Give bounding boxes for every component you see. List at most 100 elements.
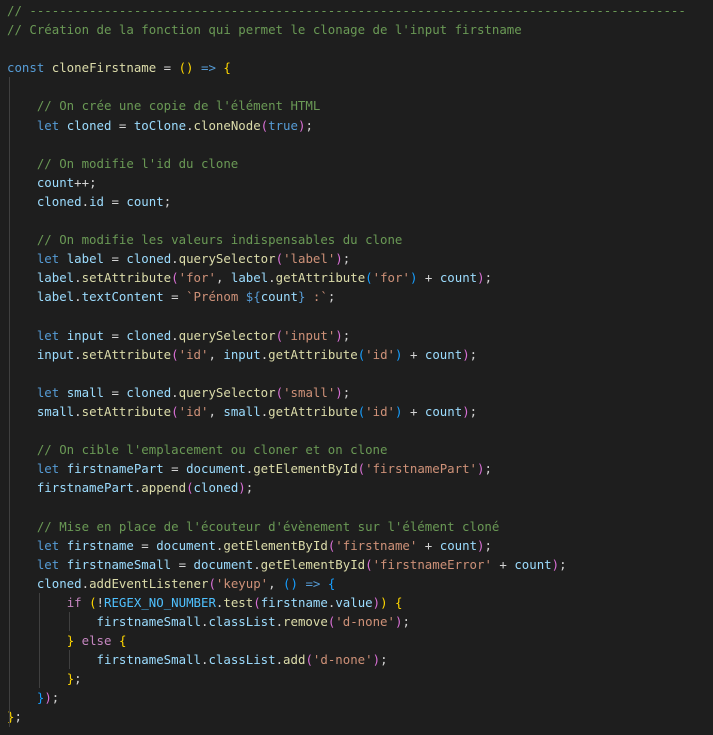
code-punctuation: = [156, 60, 179, 76]
code-punctuation: = [111, 117, 134, 133]
indent-guide [9, 306, 10, 326]
code-bracket: () [178, 60, 194, 76]
code-bracket: ) [335, 251, 343, 267]
code-string: 'for' [178, 270, 216, 286]
code-identifier: firstname [66, 537, 134, 553]
code-keyword: => [200, 60, 216, 76]
code-punctuation: , [268, 575, 284, 591]
code-identifier: label [36, 270, 75, 286]
indent-guide [9, 535, 10, 555]
code-line: cloned.addEventListener('keyup', () => { [7, 573, 686, 593]
indent-guide [9, 287, 10, 307]
code-function-name: querySelector [178, 251, 276, 267]
code-punctuation: ; [484, 270, 493, 286]
code-punctuation: ++; [74, 174, 97, 190]
code-identifier: count [514, 556, 552, 572]
code-identifier: count [439, 537, 478, 553]
code-string: 'firstnameError' [372, 556, 492, 572]
code-comment: // On modifie l'id du clone [36, 155, 239, 171]
code-punctuation: ; [484, 537, 492, 553]
code-punctuation: ; [74, 671, 82, 687]
code-punctuation [7, 519, 37, 534]
code-bracket: ( [171, 270, 179, 286]
code-line: } else { [7, 631, 686, 651]
code-bracket: ) [238, 480, 246, 496]
code-line: label.setAttribute('for', label.getAttri… [7, 268, 686, 288]
code-comment: // On modifie les valeurs indispensables… [36, 232, 403, 248]
code-punctuation [74, 633, 81, 648]
code-punctuation: ; [342, 384, 351, 400]
code-punctuation [320, 576, 327, 591]
code-keyword: let [36, 537, 67, 553]
indent-guide [9, 172, 10, 192]
code-string: 'input' [283, 327, 336, 343]
code-line [7, 134, 686, 154]
code-control-keyword: if [66, 594, 90, 610]
code-punctuation [7, 385, 37, 400]
code-function-name: cloneFirstname [51, 60, 157, 76]
code-punctuation: ; [469, 403, 478, 419]
code-line: firstnameSmall.classList.remove('d-none'… [7, 612, 686, 632]
code-line: input.setAttribute('id', input.getAttrib… [7, 344, 686, 364]
code-line: }; [7, 669, 686, 689]
indent-guide [9, 382, 10, 402]
code-bracket: ( [275, 384, 284, 400]
code-line [7, 306, 686, 326]
code-punctuation [7, 557, 37, 572]
code-identifier: small [223, 403, 261, 419]
indent-guide [38, 592, 40, 612]
code-identifier: firstnameSmall [66, 556, 172, 572]
code-punctuation [7, 480, 37, 495]
code-bracket: ) [335, 327, 343, 343]
indent-guide [9, 268, 10, 288]
code-punctuation: . [275, 652, 284, 668]
code-punctuation [7, 118, 37, 133]
code-string: 'firstname' [335, 537, 418, 553]
code-comment: // Création de la fonction qui permet le… [7, 22, 522, 38]
code-bracket: { [395, 594, 403, 610]
code-punctuation: = [104, 193, 127, 209]
code-identifier: firstname [260, 594, 328, 610]
code-bracket: ( [89, 594, 97, 610]
code-keyword: => [305, 575, 321, 591]
code-function-name: remove [283, 614, 328, 629]
code-identifier: toClone [133, 117, 187, 133]
code-punctuation: , [215, 270, 231, 286]
indent-guide [9, 344, 10, 364]
code-punctuation [7, 156, 37, 171]
code-line [7, 421, 686, 441]
indent-guide [9, 592, 10, 612]
indent-guide [9, 211, 10, 231]
code-punctuation: . [74, 289, 82, 305]
code-identifier: label [66, 251, 104, 267]
code-bracket: ) [44, 690, 52, 706]
indent-guide [9, 421, 10, 441]
code-function-name: getElementById [223, 537, 328, 553]
code-comment: // On crée une copie de l'élément HTML [36, 98, 321, 114]
code-punctuation: ; [342, 251, 351, 267]
code-string: 'd-none' [335, 614, 395, 629]
code-string: :` [305, 289, 328, 305]
code-line: // On modifie l'id du clone [7, 153, 686, 173]
code-function-name: getAttribute [275, 270, 366, 286]
code-punctuation: + [417, 537, 440, 553]
indent-guide [9, 249, 10, 269]
code-bracket: ( [275, 251, 284, 267]
code-punctuation [7, 270, 37, 285]
code-line [7, 77, 686, 97]
code-punctuation [7, 347, 37, 362]
code-line [7, 211, 686, 231]
code-identifier: document [156, 537, 216, 553]
code-function-name: setAttribute [81, 403, 172, 419]
code-string: 'id' [178, 403, 209, 419]
code-line: small.setAttribute('id', small.getAttrib… [7, 401, 686, 422]
code-bracket: ( [305, 652, 313, 668]
code-string: 'firstnamePart' [365, 461, 478, 477]
indent-guide [9, 707, 10, 727]
code-bracket: ) [380, 594, 388, 610]
indent-guide [9, 497, 10, 517]
code-bracket: ( [171, 346, 179, 362]
code-editor[interactable]: // -------------------------------------… [0, 0, 713, 735]
code-line: firstnamePart.append(cloned); [7, 478, 686, 498]
code-line [7, 363, 686, 383]
